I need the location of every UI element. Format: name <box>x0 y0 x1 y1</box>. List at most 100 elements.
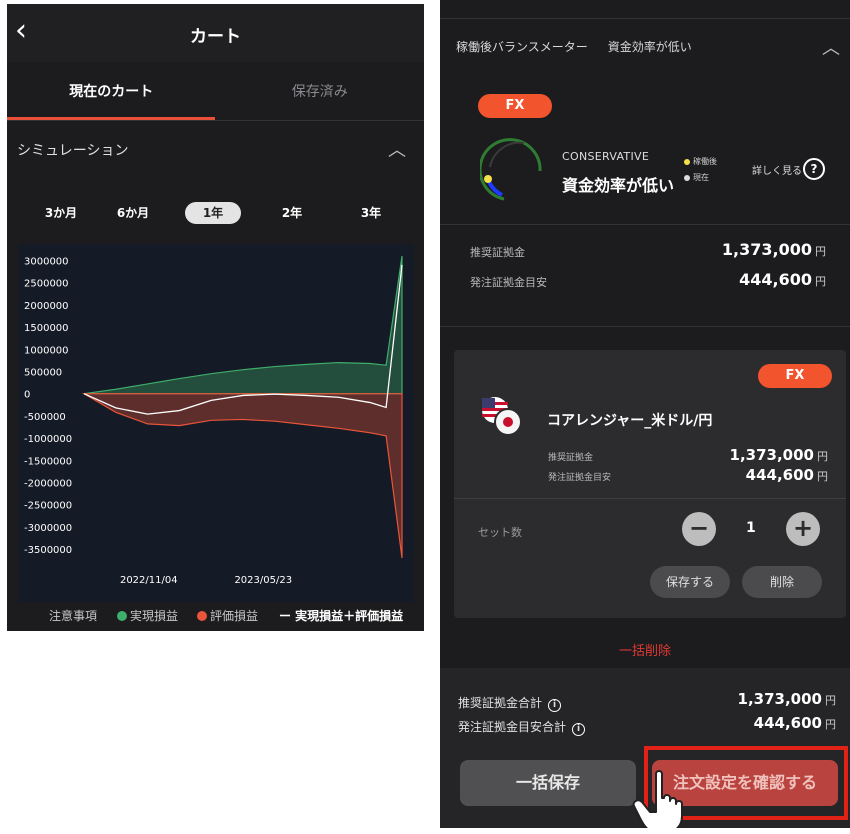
cart-screen: ‹ カート 現在のカート 保存済み シミュレーション ︿ 3か月 6か月 1年 … <box>7 4 424 631</box>
product-name[interactable]: コアレンジャー_米ドル/円 <box>547 410 712 430</box>
yen-unit: 円 <box>817 470 828 483</box>
total-rec-margin-amount: 1,373,000 <box>737 690 822 708</box>
order-margin-amount: 444,600 <box>739 270 812 289</box>
y-tick-label: 2000000 <box>24 301 69 312</box>
fx-badge: FX <box>758 364 832 388</box>
simulation-section-label: シミュレーション <box>17 143 129 159</box>
tab-saved[interactable]: 保存済み <box>216 64 425 120</box>
save-button[interactable]: 保存する <box>650 566 730 598</box>
yen-unit: 円 <box>825 718 836 731</box>
y-tick-label: 0 <box>24 390 30 401</box>
legend-unrealized: 評価損益 <box>197 607 258 624</box>
risk-profile-label: CONSERVATIVE <box>562 150 650 163</box>
divider <box>440 326 850 327</box>
y-tick-label: -3000000 <box>24 523 72 534</box>
period-1y[interactable]: 1年 <box>185 202 241 224</box>
card-rec-margin-label: 推奨証拠金 <box>548 453 594 463</box>
period-2y[interactable]: 2年 <box>264 202 320 224</box>
divider <box>440 18 850 19</box>
green-dot-icon <box>117 611 127 621</box>
legend-unrealized-label: 評価損益 <box>210 609 259 623</box>
set-count-label: セット数 <box>478 526 522 539</box>
divider <box>440 224 850 225</box>
order-margin-label: 発注証拠金目安 <box>470 276 547 289</box>
legend-after-label: 稼働後 <box>693 157 717 166</box>
x-tick-label: 2023/05/23 <box>234 575 292 586</box>
total-order-margin-amount: 444,600 <box>753 714 822 732</box>
page-title: カート <box>190 27 241 47</box>
yen-unit: 円 <box>815 245 826 258</box>
period-3y[interactable]: 3年 <box>343 202 399 224</box>
legend-now-label: 現在 <box>693 173 709 182</box>
info-icon[interactable]: i <box>548 699 562 712</box>
legend-realized-label: 実現損益 <box>130 609 179 623</box>
chevron-up-icon[interactable]: ︿ <box>388 136 406 162</box>
legend-total: ー 実現損益＋評価損益 <box>279 609 404 623</box>
total-order-margin-text: 発注証拠金目安合計 <box>458 720 567 734</box>
legend-caution[interactable]: 注意事項 <box>49 607 97 624</box>
yen-unit: 円 <box>825 694 836 707</box>
y-tick-label: -500000 <box>24 412 66 423</box>
period-6m[interactable]: 6か月 <box>105 202 161 224</box>
card-order-margin-amount: 444,600 <box>745 466 814 484</box>
legend-realized: 実現損益 <box>117 607 178 624</box>
legend-now: 現在 <box>684 172 709 183</box>
balance-gauge-icon <box>480 138 542 201</box>
card-order-margin-label: 発注証拠金目安 <box>548 473 612 483</box>
divider <box>454 498 846 499</box>
fx-badge: FX <box>478 94 552 118</box>
meter-title: 稼働後バランスメーター <box>456 40 588 54</box>
recommended-margin-label: 推奨証拠金 <box>470 246 525 259</box>
card-rec-margin-value: 1,373,000 円 <box>730 446 828 464</box>
period-3m[interactable]: 3か月 <box>33 202 89 224</box>
recommended-margin-value: 1,373,000 円 <box>722 240 826 259</box>
chart-legend: 注意事項 実現損益 評価損益 ー 実現損益＋評価損益 <box>7 604 424 626</box>
y-tick-label: 1500000 <box>24 323 69 334</box>
bulk-delete-link[interactable]: 一括削除 <box>440 640 850 659</box>
info-icon[interactable]: i <box>572 723 586 736</box>
y-tick-label: 2500000 <box>24 279 69 290</box>
total-rec-margin-label: 推奨証拠金合計 i <box>458 694 562 712</box>
yen-unit: 円 <box>817 450 828 463</box>
meter-status: 資金効率が低い <box>607 40 692 54</box>
usd-jpy-flags-icon <box>482 397 522 436</box>
divider <box>7 120 424 121</box>
y-tick-label: -1000000 <box>24 434 72 445</box>
cart-detail-screen: 稼働後バランスメーター 資金効率が低い ︿ FX CONSERVATIVE 資金効… <box>440 0 850 828</box>
save-all-button[interactable]: 一括保存 <box>460 760 636 806</box>
card-rec-margin-amount: 1,373,000 <box>729 446 814 464</box>
card-order-margin-value: 444,600 円 <box>746 466 828 484</box>
yen-unit: 円 <box>815 275 826 288</box>
x-tick-label: 2022/11/04 <box>120 575 178 586</box>
white-dot-icon <box>684 175 690 181</box>
order-margin-value: 444,600 円 <box>739 270 826 289</box>
cart-tabs: 現在のカート 保存済み <box>7 64 424 120</box>
y-tick-label: -3500000 <box>24 545 72 556</box>
y-tick-label: 500000 <box>24 367 62 378</box>
details-link[interactable]: 詳しく見る <box>752 162 802 177</box>
y-tick-label: -2500000 <box>24 501 72 512</box>
product-card: FX コアレンジャー_米ドル/円 推奨証拠金 1,373,000 円 発注証拠金目… <box>454 350 846 618</box>
set-count-value: 1 <box>746 520 756 536</box>
y-tick-label: 3000000 <box>24 256 69 267</box>
yellow-dot-icon <box>684 159 690 165</box>
total-order-margin-value: 444,600 円 <box>754 714 836 732</box>
legend-after: 稼働後 <box>684 156 717 167</box>
y-tick-label: -2000000 <box>24 479 72 490</box>
chevron-up-icon[interactable]: ︿ <box>822 34 840 60</box>
increment-button[interactable]: + <box>786 512 820 546</box>
balance-meter-header[interactable]: 稼働後バランスメーター 資金効率が低い <box>456 38 692 55</box>
pointing-hand-icon <box>632 770 683 828</box>
delete-button[interactable]: 削除 <box>742 566 822 598</box>
total-rec-margin-value: 1,373,000 円 <box>738 690 836 708</box>
tab-current-cart[interactable]: 現在のカート <box>7 64 216 120</box>
recommended-margin-amount: 1,373,000 <box>721 240 812 259</box>
nav-bar: ‹ カート <box>7 4 424 62</box>
total-rec-margin-text: 推奨証拠金合計 <box>458 696 543 710</box>
decrement-button[interactable]: − <box>682 512 716 546</box>
simulation-chart: 3000000 2500000 2000000 1500000 1000000 50000… <box>18 244 414 602</box>
y-tick-label: -1500000 <box>24 456 72 467</box>
red-dot-icon <box>197 611 207 621</box>
help-icon[interactable]: ? <box>803 158 825 180</box>
y-tick-label: 1000000 <box>24 345 69 356</box>
